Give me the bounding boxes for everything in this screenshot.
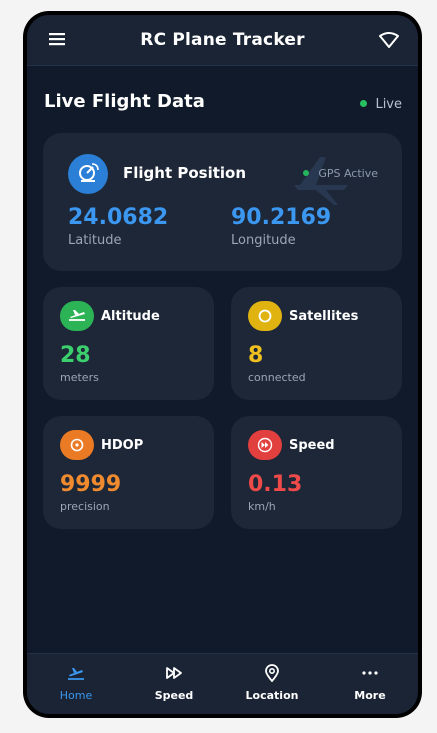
altitude-value: 28 xyxy=(60,343,91,368)
circle-icon xyxy=(248,301,282,331)
speed-title: Speed xyxy=(289,438,335,453)
gps-status-badge: GPS Active xyxy=(303,167,378,180)
latitude-value: 24.0682 xyxy=(68,205,169,230)
nav-home[interactable]: Home xyxy=(36,654,116,714)
altitude-card: Altitude 28 meters xyxy=(43,287,214,400)
gps-status-dot-icon xyxy=(303,170,310,176)
top-app-bar: RC Plane Tracker xyxy=(27,15,418,66)
flight-position-card: Flight Position GPS Active 24.0682 Latit… xyxy=(43,133,402,271)
more-dots-icon xyxy=(362,671,378,675)
latitude-label: Latitude xyxy=(68,233,122,248)
hdop-title: HDOP xyxy=(101,438,144,453)
satellites-card: Satellites 8 connected xyxy=(231,287,402,400)
longitude-value: 90.2169 xyxy=(231,205,332,230)
signal-icon[interactable] xyxy=(378,29,400,51)
nav-more[interactable]: More xyxy=(330,654,410,714)
section-title: Live Flight Data xyxy=(44,91,205,112)
altitude-unit: meters xyxy=(60,371,99,384)
location-pin-icon xyxy=(265,664,279,682)
longitude-label: Longitude xyxy=(231,233,296,248)
speed-card: Speed 0.13 km/h xyxy=(231,416,402,529)
speed-unit: km/h xyxy=(248,500,276,513)
phone-frame: RC Plane Tracker Live Flight Data Live F… xyxy=(23,11,422,718)
gps-status-label: GPS Active xyxy=(318,167,378,180)
nav-more-label: More xyxy=(354,689,386,702)
fast-forward-icon xyxy=(248,430,282,460)
app-title: RC Plane Tracker xyxy=(140,30,305,50)
nav-location[interactable]: Location xyxy=(232,654,312,714)
hdop-card: HDOP 9999 precision xyxy=(43,416,214,529)
live-dot-icon xyxy=(360,100,368,107)
nav-location-label: Location xyxy=(245,689,299,702)
satellites-unit: connected xyxy=(248,371,306,384)
altitude-title: Altitude xyxy=(101,309,160,324)
satellite-dish-icon xyxy=(68,154,108,194)
fast-forward-icon xyxy=(166,667,182,679)
live-label: Live xyxy=(375,97,402,112)
live-indicator: Live xyxy=(360,97,402,112)
bottom-navigation: Home Speed Location More xyxy=(27,653,418,714)
speed-value: 0.13 xyxy=(248,472,303,497)
satellites-title: Satellites xyxy=(289,309,359,324)
hdop-value: 9999 xyxy=(60,472,122,497)
hdop-unit: precision xyxy=(60,500,110,513)
takeoff-icon xyxy=(60,301,94,331)
flight-position-title: Flight Position xyxy=(123,164,247,182)
nav-speed-label: Speed xyxy=(154,689,194,702)
nav-speed[interactable]: Speed xyxy=(134,654,214,714)
takeoff-icon xyxy=(68,668,84,680)
nav-home-label: Home xyxy=(59,689,93,702)
app-screen: RC Plane Tracker Live Flight Data Live F… xyxy=(27,15,418,714)
target-icon xyxy=(60,430,94,460)
satellites-value: 8 xyxy=(248,343,264,368)
